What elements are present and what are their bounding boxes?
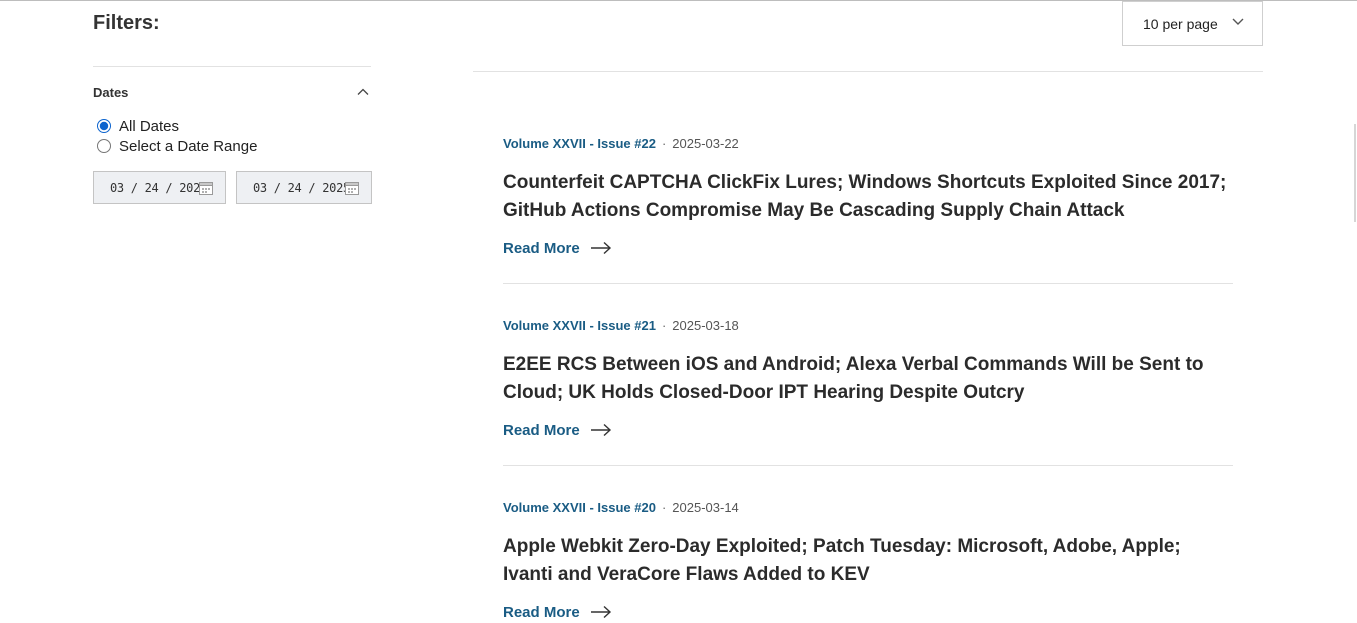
radio-all-dates[interactable]: All Dates [97, 116, 179, 136]
article-meta: Volume XXVII - Issue #21 · 2025-03-18 [503, 317, 1233, 333]
article-date: 2025-03-18 [672, 317, 739, 333]
read-more-label: Read More [503, 603, 580, 621]
read-more-link[interactable]: Read More [503, 237, 1233, 259]
radio-all-dates-input[interactable] [97, 119, 111, 133]
end-date-value: 03 / 24 / 2025 [253, 181, 350, 195]
per-page-value: 10 per page [1143, 16, 1218, 32]
per-page-select[interactable]: 10 per page [1122, 1, 1263, 46]
calendar-icon[interactable] [345, 181, 359, 195]
calendar-icon[interactable] [199, 181, 213, 195]
arrow-right-icon [590, 423, 611, 437]
dates-filter-label: Dates [93, 85, 129, 100]
article-date: 2025-03-22 [672, 135, 739, 151]
read-more-label: Read More [503, 239, 580, 257]
start-date-input[interactable]: 03 / 24 / 2024 [93, 171, 226, 204]
meta-separator: · [661, 135, 667, 151]
article-date: 2025-03-14 [672, 499, 739, 515]
filters-divider [93, 66, 371, 67]
radio-date-range-input[interactable] [97, 139, 111, 153]
article-divider [503, 465, 1233, 466]
article-meta: Volume XXVII - Issue #20 · 2025-03-14 [503, 499, 1233, 515]
article-item: Volume XXVII - Issue #22 · 2025-03-22 Co… [503, 135, 1233, 259]
dates-filter-toggle[interactable]: Dates [93, 82, 371, 104]
radio-all-dates-label: All Dates [119, 117, 180, 135]
article-title[interactable]: Apple Webkit Zero-Day Exploited; Patch T… [503, 533, 1233, 589]
issue-link[interactable]: Volume XXVII - Issue #20 [503, 500, 656, 515]
arrow-right-icon [590, 241, 611, 255]
radio-date-range-label: Select a Date Range [119, 137, 258, 155]
end-date-input[interactable]: 03 / 24 / 2025 [236, 171, 372, 204]
start-date-value: 03 / 24 / 2024 [110, 181, 207, 195]
article-item: Volume XXVII - Issue #21 · 2025-03-18 E2… [503, 317, 1233, 441]
filters-title: Filters: [93, 12, 160, 34]
read-more-link[interactable]: Read More [503, 419, 1233, 441]
chevron-up-icon [357, 88, 369, 95]
scrollbar-thumb[interactable] [1354, 124, 1356, 222]
issue-link[interactable]: Volume XXVII - Issue #22 [503, 136, 656, 151]
article-item: Volume XXVII - Issue #20 · 2025-03-14 Ap… [503, 499, 1233, 623]
article-title[interactable]: Counterfeit CAPTCHA ClickFix Lures; Wind… [503, 169, 1233, 225]
meta-separator: · [661, 317, 667, 333]
radio-date-range[interactable]: Select a Date Range [97, 136, 257, 156]
read-more-label: Read More [503, 421, 580, 439]
article-title[interactable]: E2EE RCS Between iOS and Android; Alexa … [503, 351, 1233, 407]
arrow-right-icon [590, 605, 611, 619]
article-meta: Volume XXVII - Issue #22 · 2025-03-22 [503, 135, 1233, 151]
chevron-down-icon [1232, 18, 1244, 25]
article-divider [503, 283, 1233, 284]
meta-separator: · [661, 499, 667, 515]
read-more-link[interactable]: Read More [503, 601, 1233, 623]
results-divider [473, 71, 1263, 72]
issue-link[interactable]: Volume XXVII - Issue #21 [503, 318, 656, 333]
